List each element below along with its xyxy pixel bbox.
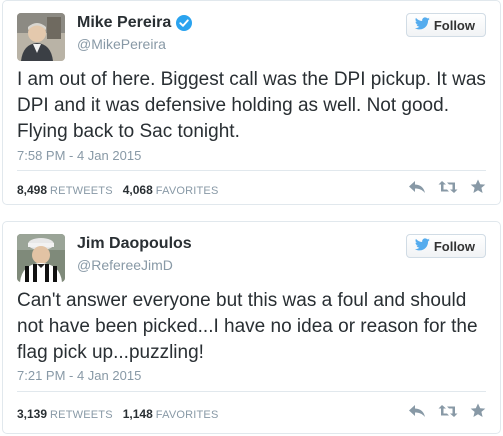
display-name[interactable]: Jim Daopoulos	[77, 235, 192, 253]
divider	[17, 391, 486, 392]
follow-button[interactable]: Follow	[405, 234, 486, 258]
favorite-star-icon[interactable]	[470, 403, 486, 418]
tweet-stats: 3,139 RETWEETS 1,148 FAVORITES	[17, 407, 219, 421]
favorites-stat[interactable]: 1,148 FAVORITES	[123, 407, 219, 421]
retweets-label: RETWEETS	[50, 409, 113, 421]
retweets-stat[interactable]: 8,498 RETWEETS	[17, 183, 113, 197]
retweet-icon[interactable]	[438, 180, 458, 194]
tweet-stats: 8,498 RETWEETS 4,068 FAVORITES	[17, 183, 219, 197]
tweet-actions	[408, 179, 486, 194]
retweets-stat[interactable]: 3,139 RETWEETS	[17, 407, 113, 421]
retweets-count: 3,139	[17, 407, 48, 421]
retweets-label: RETWEETS	[50, 185, 113, 197]
retweet-icon[interactable]	[438, 404, 458, 418]
reply-icon[interactable]	[408, 180, 426, 194]
favorites-count: 4,068	[122, 183, 153, 197]
tweet-timestamp[interactable]: 7:58 PM - 4 Jan 2015	[17, 148, 141, 163]
reply-icon[interactable]	[408, 404, 426, 418]
tweet-card: Mike Pereira @MikePereira Follow I am ou…	[2, 0, 501, 205]
tweet-card: Jim Daopoulos @RefereeJimD Follow Can't …	[2, 221, 501, 434]
twitter-bird-icon	[414, 238, 430, 254]
favorites-label: FAVORITES	[155, 185, 219, 197]
favorite-star-icon[interactable]	[470, 179, 486, 194]
follow-label: Follow	[433, 17, 475, 33]
user-handle[interactable]: @RefereeJimD	[77, 257, 173, 273]
tweet-actions	[408, 403, 486, 418]
verified-badge-icon	[176, 15, 193, 31]
tweet-timestamp[interactable]: 7:21 PM - 4 Jan 2015	[17, 368, 141, 383]
avatar[interactable]	[17, 234, 65, 282]
tweet-stack: Mike Pereira @MikePereira Follow I am ou…	[0, 0, 503, 436]
user-handle[interactable]: @MikePereira	[77, 36, 166, 52]
tweet-text: Can't answer everyone but this was a fou…	[17, 290, 478, 363]
favorites-label: FAVORITES	[155, 409, 219, 421]
favorites-stat[interactable]: 4,068 FAVORITES	[123, 183, 219, 197]
tweet-text: I am out of here. Biggest call was the D…	[17, 69, 486, 142]
divider	[17, 170, 486, 171]
favorites-count: 1,148	[122, 407, 153, 421]
display-name[interactable]: Mike Pereira	[77, 14, 171, 32]
retweets-count: 8,498	[17, 183, 48, 197]
follow-label: Follow	[433, 238, 475, 254]
twitter-bird-icon	[414, 17, 430, 33]
avatar[interactable]	[17, 13, 65, 61]
follow-button[interactable]: Follow	[405, 13, 486, 37]
